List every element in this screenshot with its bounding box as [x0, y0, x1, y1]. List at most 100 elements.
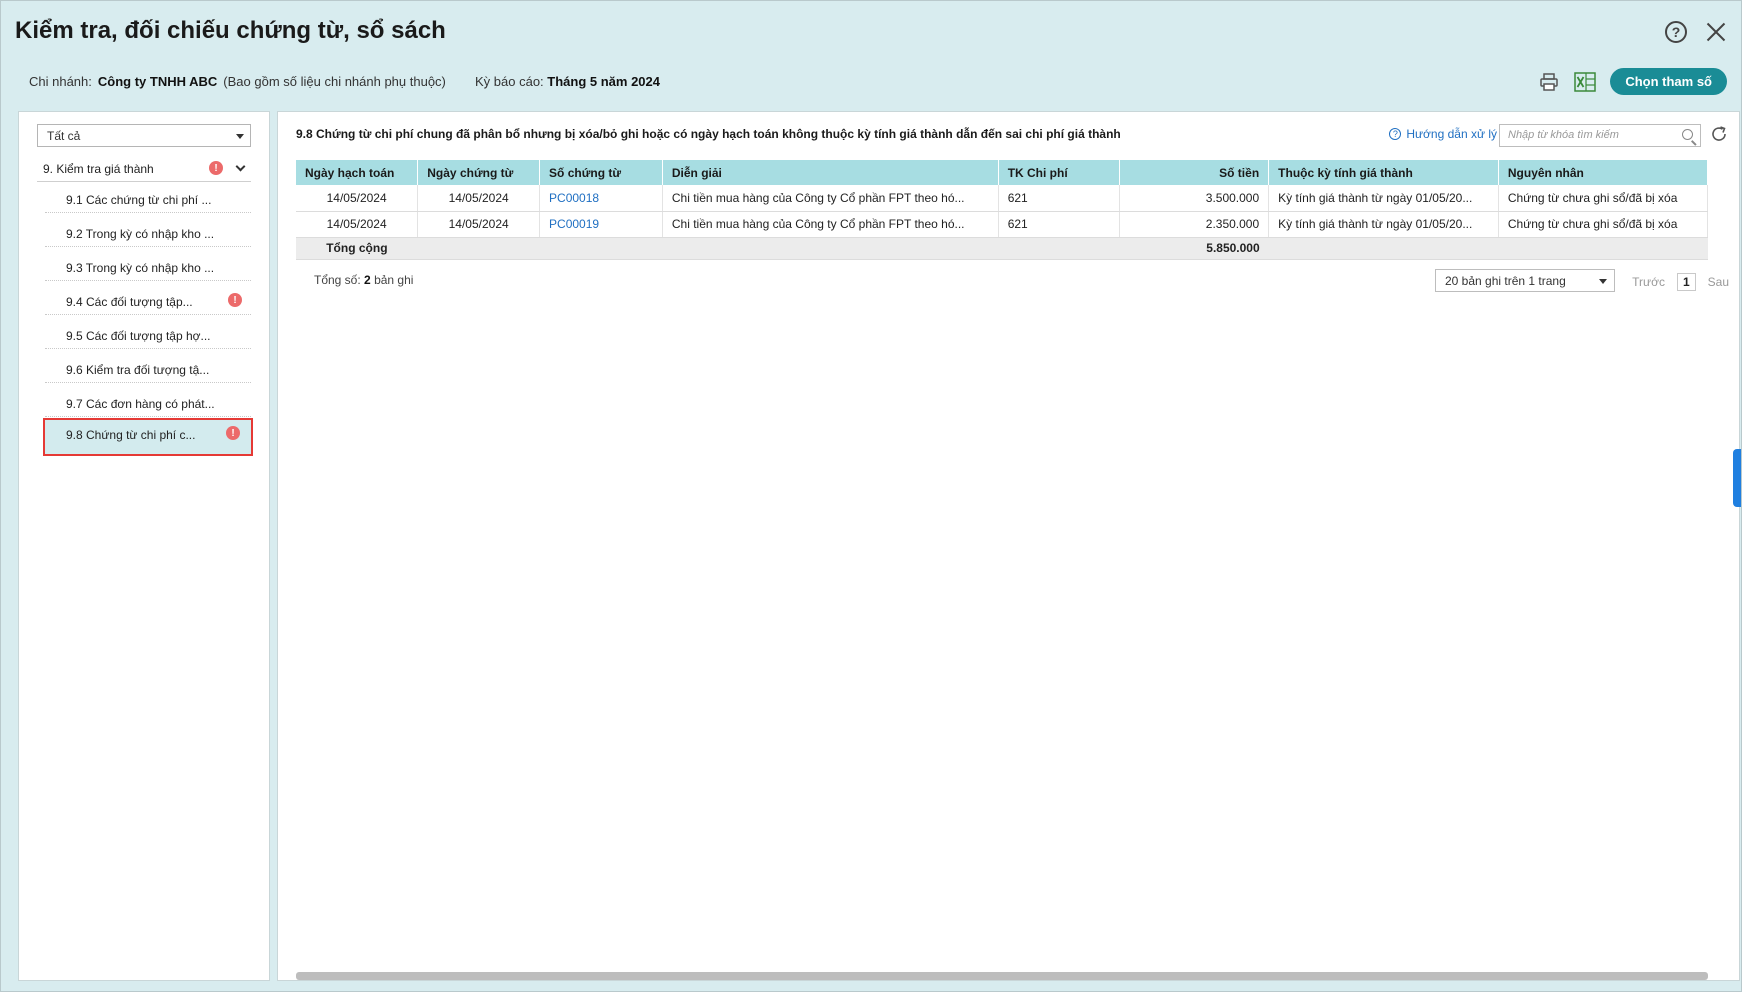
sidebar-item-9-3[interactable]: 9.3 Trong kỳ có nhập kho ... — [45, 252, 251, 281]
cell-account: 621 — [998, 211, 1121, 238]
cell-amount: 3.500.000 — [1119, 185, 1270, 212]
sidebar: Tất cả 9. Kiểm tra giá thành ! 9.1 Các c… — [18, 111, 270, 981]
warning-icon: ! — [226, 426, 240, 440]
column-header[interactable]: TK Chi phí — [998, 160, 1121, 185]
search-input[interactable]: Nhập từ khóa tìm kiếm — [1499, 124, 1701, 147]
column-header[interactable]: Diễn giải — [662, 160, 999, 185]
cell-description: Chi tiền mua hàng của Công ty Cổ phần FP… — [662, 185, 999, 212]
sidebar-group-header[interactable]: 9. Kiểm tra giá thành ! — [37, 156, 251, 182]
data-table: Ngày hạch toán Ngày chứng từ Số chứng từ… — [296, 160, 1709, 260]
column-header[interactable]: Nguyên nhân — [1498, 160, 1709, 185]
page-title: Kiểm tra, đối chiếu chứng từ, sổ sách — [15, 17, 446, 44]
excel-export-icon[interactable] — [1574, 71, 1597, 93]
total-empty-cell — [1498, 237, 1708, 260]
total-empty-cell — [998, 237, 1120, 260]
pagination: Trước 1 Sau — [1632, 273, 1729, 291]
next-page-button[interactable]: Sau — [1708, 275, 1729, 289]
sidebar-item-9-8[interactable]: 9.8 Chứng từ chi phí c... ! — [43, 418, 253, 456]
cell-reason: Chứng từ chưa ghi sổ/đã bị xóa — [1498, 211, 1709, 238]
section-title: 9.8 Chứng từ chi phí chung đã phân bổ nh… — [296, 127, 1121, 141]
help-circle-icon: ? — [1389, 128, 1402, 140]
prev-page-button[interactable]: Trước — [1632, 275, 1665, 289]
column-header[interactable]: Ngày hạch toán — [296, 160, 419, 185]
branch-note: (Bao gồm số liệu chi nhánh phụ thuộc) — [223, 74, 446, 89]
voucher-number-link[interactable]: PC00019 — [539, 211, 663, 238]
cell-voucher-date: 14/05/2024 — [417, 185, 541, 212]
app-window: Kiểm tra, đối chiếu chứng từ, sổ sách ? … — [0, 0, 1742, 992]
refresh-icon[interactable] — [1709, 124, 1729, 144]
sidebar-item-9-2[interactable]: 9.2 Trong kỳ có nhập kho ... — [45, 218, 251, 247]
search-placeholder: Nhập từ khóa tìm kiếm — [1508, 129, 1619, 141]
window-controls: ? — [1665, 21, 1727, 43]
total-row: Tổng cộng 5.850.000 — [296, 237, 1708, 260]
guide-link[interactable]: ? Hướng dẫn xử lý — [1389, 127, 1497, 141]
sidebar-group-label: 9. Kiểm tra giá thành — [43, 162, 154, 176]
total-label: Tổng cộng — [296, 237, 418, 260]
chevron-down-icon — [235, 161, 246, 172]
horizontal-scrollbar[interactable] — [296, 972, 1708, 980]
period-label: Kỳ báo cáo: — [475, 74, 544, 89]
cell-reason: Chứng từ chưa ghi sổ/đã bị xóa — [1498, 185, 1709, 212]
branch-info: Chi nhánh: Công ty TNHH ABC (Bao gồm số … — [29, 74, 446, 89]
column-header[interactable]: Ngày chứng từ — [417, 160, 541, 185]
record-count-value: 2 — [364, 273, 371, 287]
sidebar-item-9-6[interactable]: 9.6 Kiểm tra đối tượng tậ... — [45, 354, 251, 383]
page-size-value: 20 bản ghi trên 1 trang — [1445, 274, 1566, 288]
sidebar-item-9-7[interactable]: 9.7 Các đơn hàng có phát... — [45, 388, 251, 417]
cell-voucher-date: 14/05/2024 — [417, 211, 541, 238]
toolbar: Chọn tham số — [1538, 68, 1727, 95]
table-row[interactable]: 14/05/2024 14/05/2024 PC00019 Chi tiền m… — [296, 211, 1709, 238]
sidebar-item-label: 9.5 Các đối tượng tập hợ... — [66, 329, 211, 343]
total-empty-cell — [417, 237, 540, 260]
sidebar-item-label: 9.6 Kiểm tra đối tượng tậ... — [66, 363, 210, 377]
report-period: Kỳ báo cáo: Tháng 5 năm 2024 — [475, 74, 660, 89]
branch-value: Công ty TNHH ABC — [97, 74, 218, 89]
column-header[interactable]: Số chứng từ — [539, 160, 663, 185]
total-empty-cell — [662, 237, 999, 260]
total-empty-cell — [539, 237, 663, 260]
cell-posting-date: 14/05/2024 — [296, 185, 419, 212]
guide-link-label: Hướng dẫn xử lý — [1406, 127, 1497, 141]
side-panel-handle[interactable] — [1733, 449, 1741, 507]
sidebar-item-label: 9.1 Các chứng từ chi phí ... — [66, 193, 212, 207]
sidebar-item-9-5[interactable]: 9.5 Các đối tượng tập hợ... — [45, 320, 251, 349]
close-icon[interactable] — [1705, 21, 1727, 43]
record-count-prefix: Tổng số: — [314, 273, 361, 287]
voucher-number-link[interactable]: PC00018 — [539, 185, 663, 212]
page-number-button[interactable]: 1 — [1676, 273, 1696, 291]
cell-period: Kỳ tính giá thành từ ngày 01/05/20... — [1268, 185, 1499, 212]
sidebar-item-label: 9.2 Trong kỳ có nhập kho ... — [66, 227, 215, 241]
cell-account: 621 — [998, 185, 1121, 212]
warning-icon: ! — [228, 293, 242, 307]
period-value: Tháng 5 năm 2024 — [547, 74, 660, 89]
total-empty-cell — [1268, 237, 1499, 260]
sidebar-item-label: 9.4 Các đối tượng tập... — [66, 295, 193, 309]
sidebar-item-label: 9.8 Chứng từ chi phí c... — [66, 428, 196, 442]
table-row[interactable]: 14/05/2024 14/05/2024 PC00018 Chi tiền m… — [296, 185, 1709, 212]
branch-label: Chi nhánh: — [29, 74, 92, 89]
filter-select[interactable]: Tất cả — [37, 124, 251, 147]
cell-period: Kỳ tính giá thành từ ngày 01/05/20... — [1268, 211, 1499, 238]
record-count: Tổng số: 2 bản ghi — [314, 273, 413, 287]
table-header-row: Ngày hạch toán Ngày chứng từ Số chứng từ… — [296, 160, 1709, 185]
caret-down-icon — [236, 134, 244, 139]
cell-description: Chi tiền mua hàng của Công ty Cổ phần FP… — [662, 211, 999, 238]
help-icon[interactable]: ? — [1665, 21, 1687, 43]
total-amount: 5.850.000 — [1119, 237, 1269, 260]
cell-amount: 2.350.000 — [1119, 211, 1270, 238]
record-count-suffix: bản ghi — [374, 273, 414, 287]
choose-params-button[interactable]: Chọn tham số — [1610, 68, 1727, 95]
sidebar-item-9-4[interactable]: 9.4 Các đối tượng tập... ! — [45, 286, 251, 315]
print-icon[interactable] — [1538, 71, 1560, 93]
page-size-select[interactable]: 20 bản ghi trên 1 trang — [1435, 269, 1615, 292]
sidebar-item-label: 9.7 Các đơn hàng có phát... — [66, 397, 215, 411]
cell-posting-date: 14/05/2024 — [296, 211, 419, 238]
sidebar-item-9-1[interactable]: 9.1 Các chứng từ chi phí ... — [45, 184, 251, 213]
main-panel: 9.8 Chứng từ chi phí chung đã phân bổ nh… — [277, 111, 1740, 981]
column-header[interactable]: Thuộc kỳ tính giá thành — [1268, 160, 1499, 185]
filter-select-value: Tất cả — [47, 129, 81, 143]
sidebar-item-label: 9.3 Trong kỳ có nhập kho ... — [66, 261, 215, 275]
warning-icon: ! — [209, 161, 223, 175]
column-header[interactable]: Số tiền — [1119, 160, 1270, 185]
search-icon — [1682, 129, 1693, 140]
